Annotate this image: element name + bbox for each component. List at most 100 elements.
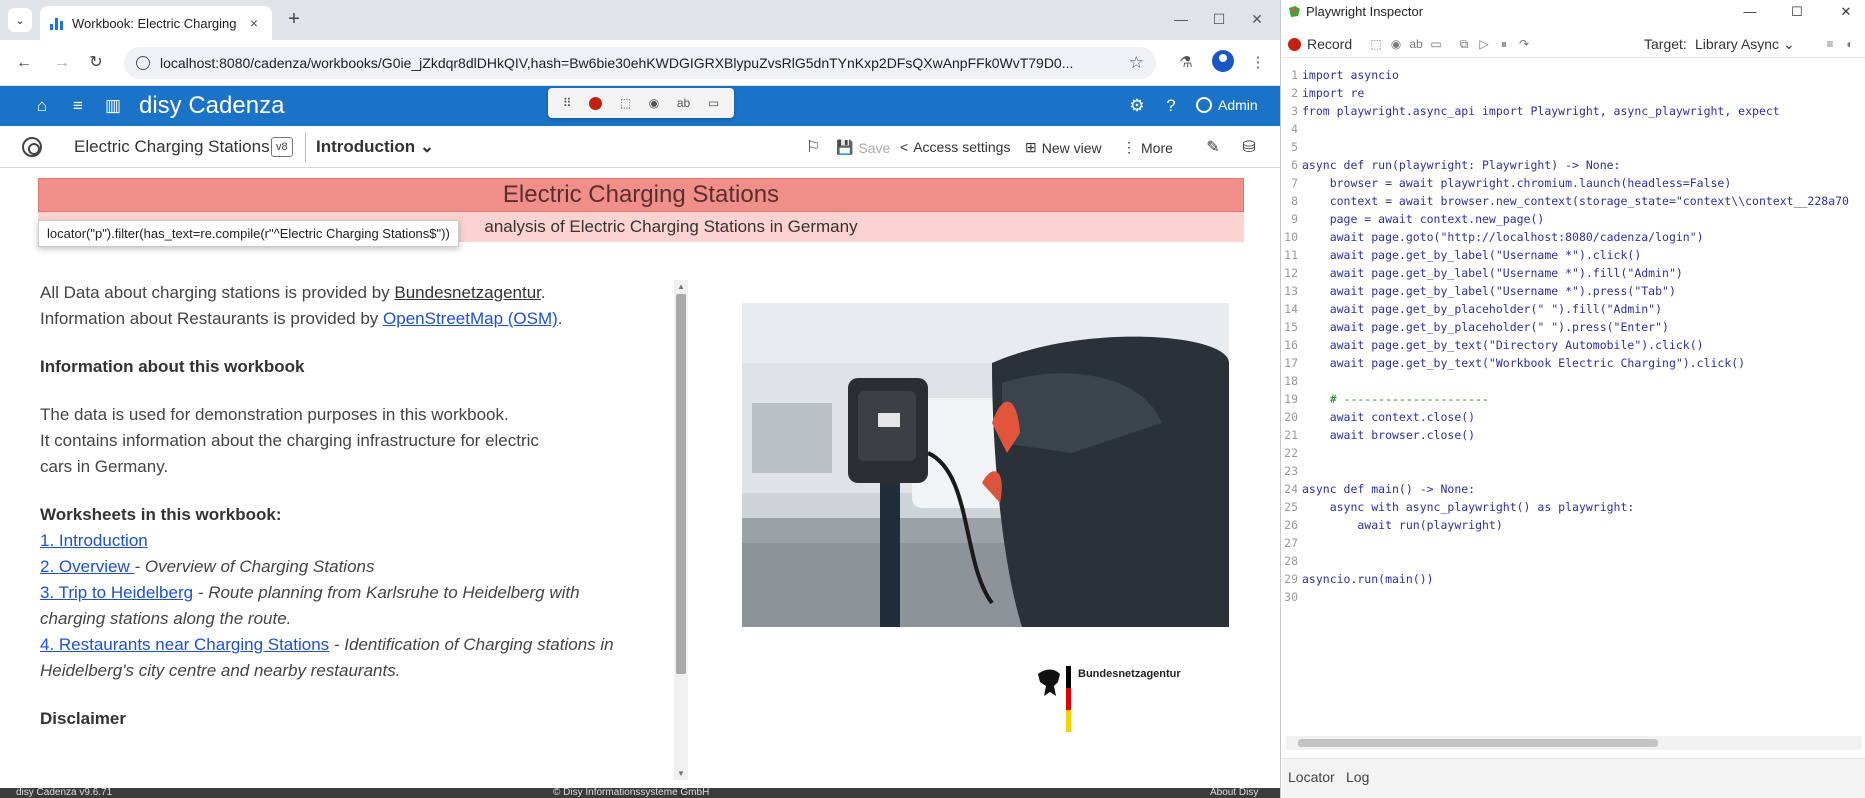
code-line: 15 await page.get_by_placeholder(" ").pr…: [1282, 318, 1865, 336]
code-line: 14 await page.get_by_placeholder(" ").fi…: [1282, 300, 1865, 318]
target-icon[interactable]: [22, 137, 42, 157]
line-number: 19: [1284, 392, 1298, 406]
scroll-thumb[interactable]: [1298, 739, 1658, 747]
assert-text-icon[interactable]: ab: [677, 96, 690, 110]
footer-about-link[interactable]: About Disy: [1210, 787, 1258, 798]
access-settings-button[interactable]: < Access settings: [900, 139, 1010, 155]
code-text: import asyncio: [1302, 68, 1399, 82]
code-line: 12 await page.get_by_label("Username *")…: [1282, 264, 1865, 282]
screen: ⌄ Workbook: Electric Charging × + — ☐ ✕ …: [0, 0, 1865, 798]
pick-locator-icon[interactable]: ⬚: [1368, 36, 1384, 52]
share-icon: <: [900, 139, 909, 155]
more-button[interactable]: ⋮ More: [1122, 139, 1173, 156]
line-number: 7: [1291, 176, 1298, 190]
code-line: 9 page = await context.new_page(): [1282, 210, 1865, 228]
worksheet-selector[interactable]: Introduction ⌄: [316, 137, 434, 157]
resume-icon[interactable]: ▷: [1476, 36, 1492, 52]
help-icon[interactable]: ?: [1160, 95, 1182, 117]
theme-toggle-icon[interactable]: ◐: [1842, 36, 1858, 52]
eye-icon[interactable]: ◉: [1388, 36, 1404, 52]
user-icon: [1196, 97, 1212, 113]
code-text: async with async_playwright() as playwri…: [1302, 500, 1635, 514]
kebab-menu-icon[interactable]: ⋮: [1246, 51, 1270, 75]
record-icon[interactable]: [589, 96, 603, 110]
back-arrow-icon[interactable]: ←: [12, 51, 36, 75]
save-button[interactable]: 💾 Save: [836, 139, 890, 156]
code-line: 29 asyncio.run(main()): [1282, 570, 1865, 588]
database-icon[interactable]: ⛁: [1238, 137, 1260, 157]
line-number: 13: [1284, 284, 1298, 298]
code-horizontal-scrollbar[interactable]: [1286, 736, 1862, 750]
text: All Data about charging stations is prov…: [40, 283, 395, 302]
browser-tab-active[interactable]: Workbook: Electric Charging ×: [40, 6, 272, 40]
assert-visibility-icon[interactable]: ◉: [649, 96, 659, 110]
url-text[interactable]: localhost:8080/cadenza/workbooks/G0ie_jZ…: [160, 55, 1121, 71]
charging-station-photo: [742, 303, 1229, 627]
scroll-down-icon[interactable]: ▼: [676, 769, 686, 778]
new-tab-button[interactable]: +: [282, 8, 306, 32]
tab-log[interactable]: Log: [1346, 769, 1369, 785]
settings-panel-icon[interactable]: ⚙: [1126, 95, 1148, 117]
step-over-icon[interactable]: ↷: [1516, 36, 1532, 52]
wrap-lines-icon[interactable]: ≡: [1822, 36, 1838, 52]
maximize-button[interactable]: ☐: [1204, 8, 1234, 30]
tab-close-icon[interactable]: ×: [246, 15, 262, 31]
new-view-button[interactable]: ⊞ New view: [1025, 139, 1102, 156]
scroll-up-icon[interactable]: ▲: [676, 282, 686, 291]
bookmark-icon[interactable]: ⚐: [802, 137, 824, 157]
worksheet-link-overview[interactable]: 2. Overview: [40, 557, 134, 576]
worksheet-link-heidelberg[interactable]: 3. Trip to Heidelberg: [40, 583, 193, 602]
close-window-button[interactable]: ✕: [1242, 8, 1272, 30]
assert-value-icon[interactable]: ▭: [708, 96, 719, 110]
text-icon[interactable]: ab: [1408, 36, 1424, 52]
minimize-button[interactable]: —: [1166, 8, 1196, 30]
code-line: 19 # ---------------------: [1282, 390, 1865, 408]
profile-avatar-icon[interactable]: [1212, 50, 1234, 72]
flask-icon[interactable]: ⚗: [1174, 51, 1198, 75]
code-text: import re: [1302, 86, 1365, 100]
record-button[interactable]: Record: [1288, 36, 1352, 52]
line-number: 22: [1284, 446, 1298, 460]
bundesnetzagentur-link[interactable]: Bundesnetzagentur: [394, 283, 541, 302]
copy-icon[interactable]: ⧉: [1456, 36, 1472, 52]
tab-search-button[interactable]: ⌄: [8, 8, 32, 32]
osm-link[interactable]: OpenStreetMap (OSM): [383, 309, 558, 328]
inspector-close-button[interactable]: ✕: [1835, 2, 1857, 22]
address-bar[interactable]: localhost:8080/cadenza/workbooks/G0ie_jZ…: [124, 47, 1156, 79]
site-info-icon[interactable]: [136, 56, 150, 70]
text-scrollbar[interactable]: ▲ ▼: [674, 280, 688, 780]
home-icon[interactable]: ⌂: [31, 95, 53, 117]
inspector-maximize-button[interactable]: ☐: [1786, 2, 1808, 22]
pause-icon[interactable]: ⏸: [1496, 36, 1512, 52]
forward-arrow-icon[interactable]: →: [50, 51, 74, 75]
tab-locator[interactable]: Locator: [1288, 769, 1335, 785]
worksheet-link-introduction[interactable]: 1. Introduction: [40, 531, 148, 550]
pick-locator-icon[interactable]: ⬚: [620, 96, 631, 110]
value-icon[interactable]: ▭: [1428, 36, 1444, 52]
worksheet-list-item: 3. Trip to Heidelberg - Route planning f…: [40, 580, 640, 632]
record-dot-icon: [1288, 37, 1301, 51]
code-line: 21 await browser.close(): [1282, 426, 1865, 444]
code-text: await context.close(): [1302, 410, 1476, 424]
info-line-1: The data is used for demonstration purpo…: [40, 405, 509, 424]
code-text: page = await context.new_page(): [1302, 212, 1545, 226]
worksheet-list-item: 2. Overview - Overview of Charging Stati…: [40, 554, 680, 580]
line-number: 9: [1291, 212, 1298, 226]
scroll-thumb[interactable]: [676, 294, 686, 674]
user-menu[interactable]: Admin: [1196, 97, 1258, 113]
target-select[interactable]: Library Async ⌄: [1695, 36, 1795, 53]
browser-toolbar: ← → ↻ localhost:8080/cadenza/workbooks/G…: [0, 40, 1280, 86]
hamburger-menu-icon[interactable]: ≡: [67, 95, 89, 117]
inspector-minimize-button[interactable]: —: [1739, 2, 1761, 22]
inspector-titlebar: Playwright Inspector — ☐ ✕: [1282, 0, 1865, 24]
map-icon[interactable]: ▥: [102, 95, 124, 117]
edit-icon[interactable]: ✎: [1202, 137, 1224, 157]
bookmark-star-icon[interactable]: ☆: [1129, 53, 1144, 73]
chevron-down-icon: ⌄: [419, 137, 435, 156]
drag-handle-icon[interactable]: ⠿: [563, 96, 572, 110]
code-line: 6 async def run(playwright: Playwright) -…: [1282, 156, 1865, 174]
version-badge[interactable]: v8: [271, 137, 293, 157]
generated-code-editor[interactable]: 1 import asyncio 2 import re 3 from playwrigh…: [1282, 66, 1865, 730]
worksheet-link-restaurants[interactable]: 4. Restaurants near Charging Stations: [40, 635, 329, 654]
reload-icon[interactable]: ↻: [84, 51, 108, 75]
